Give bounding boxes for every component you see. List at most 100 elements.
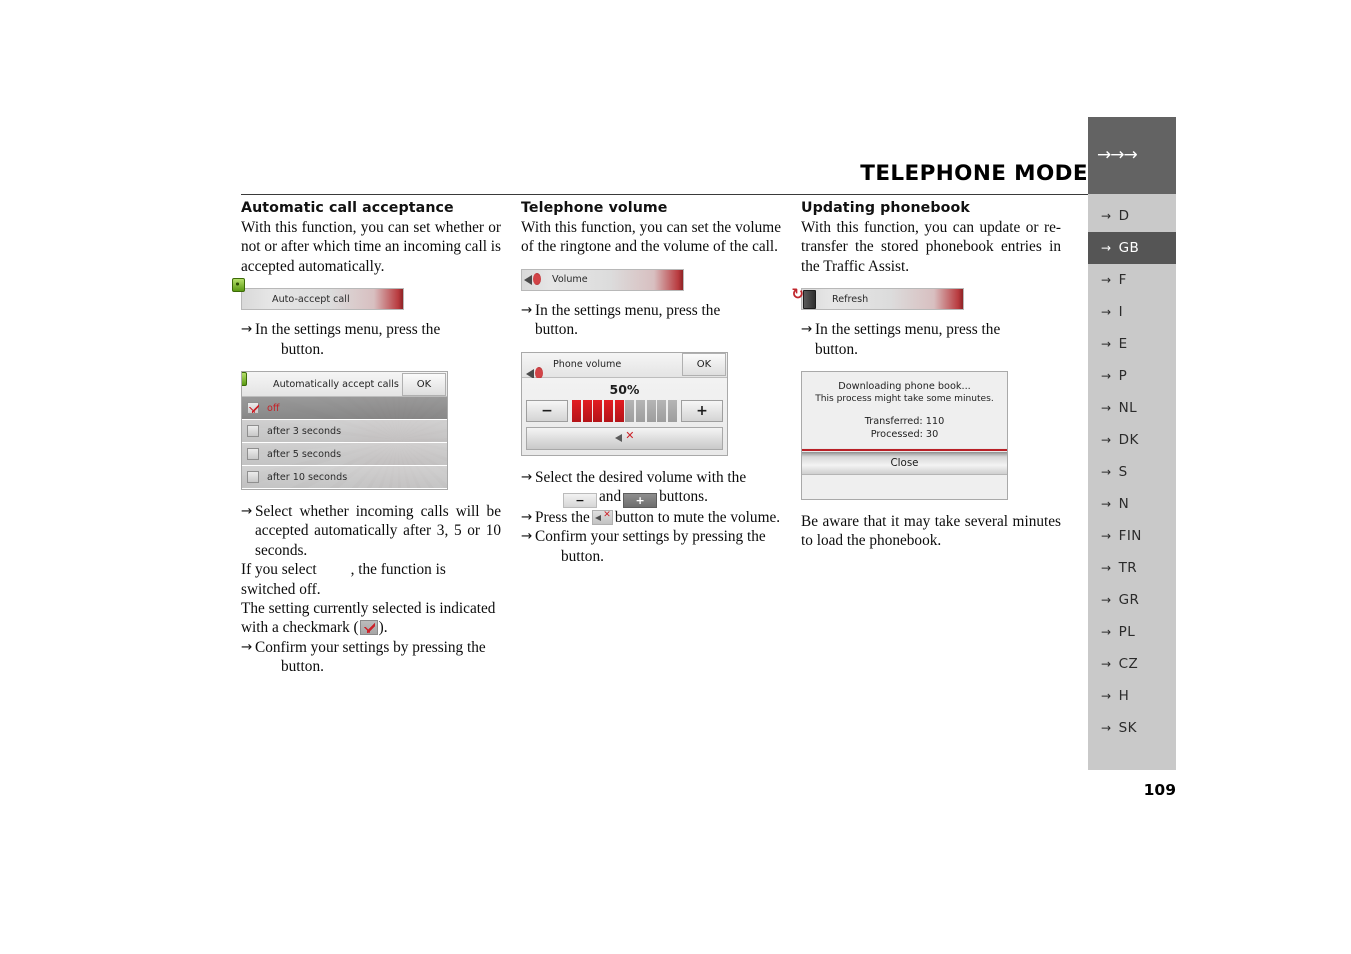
mute-icon <box>591 510 613 526</box>
steps-auto-accept-2: → Select whether incoming calls will be … <box>241 502 501 560</box>
checkbox-icon[interactable] <box>247 425 259 438</box>
checkbox-checked-icon[interactable] <box>247 402 259 415</box>
volume-decrease-button[interactable]: − <box>526 399 568 422</box>
section-title-phonebook: Updating phonebook <box>801 200 970 216</box>
language-tab-label: PL <box>1118 624 1136 640</box>
option-row[interactable]: off <box>242 397 447 421</box>
language-tab-tr[interactable]: → TR <box>1088 552 1176 584</box>
speaker-icon <box>523 271 545 289</box>
language-tab-pl[interactable]: → PL <box>1088 616 1176 648</box>
column-updating-phonebook: Updating phonebook With this function, y… <box>801 200 1061 677</box>
language-tab-label: H <box>1118 688 1130 704</box>
note-off-selection: If you select, the function is switched … <box>241 560 501 599</box>
dialog-automatically-accept-calls[interactable]: Automatically accept calls OK off after 3… <box>241 371 448 491</box>
language-tab-gr[interactable]: → GR <box>1088 584 1176 616</box>
language-tab-fin[interactable]: → FIN <box>1088 520 1176 552</box>
content-columns: Automatic call acceptance With this func… <box>241 200 1071 677</box>
volume-segment[interactable] <box>646 399 656 422</box>
section-title-volume: Telephone volume <box>521 200 668 216</box>
step-item: → Confirm your settings by pressing the … <box>521 527 781 566</box>
language-tab-sk[interactable]: → SK <box>1088 712 1176 744</box>
language-tab-label: F <box>1118 272 1127 288</box>
step-item: → Confirm your settings by pressing the … <box>241 638 501 677</box>
step-arrow-icon: → <box>521 468 533 485</box>
language-tab-label: D <box>1118 208 1130 224</box>
language-tab-h[interactable]: → H <box>1088 680 1176 712</box>
checkbox-icon[interactable] <box>247 448 259 461</box>
language-tab-label: N <box>1118 496 1130 512</box>
volume-segment[interactable] <box>603 399 614 422</box>
download-transferred-count: Transferred: 110 <box>864 416 945 428</box>
step-item: → In the settings menu, press the button… <box>521 301 781 340</box>
arrow-icon: → <box>1101 337 1112 351</box>
volume-level-bar[interactable] <box>572 399 678 422</box>
checkbox-icon[interactable] <box>247 471 259 484</box>
language-tab-label: S <box>1118 464 1128 480</box>
arrow-icon: → <box>1101 689 1112 703</box>
language-tab-label: FIN <box>1118 528 1142 544</box>
step-text: Confirm your settings by pressing the <box>535 528 766 546</box>
menu-button-volume[interactable]: Volume <box>521 268 684 291</box>
step-arrow-icon: → <box>801 321 813 338</box>
language-tab-dk[interactable]: → DK <box>1088 424 1176 456</box>
volume-increase-button[interactable]: + <box>681 399 723 422</box>
dialog-downloading-phonebook[interactable]: Downloading phone book... This process m… <box>801 371 1008 501</box>
volume-segment[interactable] <box>614 399 624 422</box>
phonebook-outro-note: Be aware that it may take several minute… <box>801 513 1061 550</box>
language-tab-label: GR <box>1118 592 1140 608</box>
language-tab-e[interactable]: → E <box>1088 328 1176 360</box>
menu-button-refresh[interactable]: Refresh <box>801 288 964 311</box>
option-label: after 3 seconds <box>267 425 342 437</box>
step-text-b: buttons. <box>659 488 708 506</box>
language-tab-s[interactable]: → S <box>1088 456 1176 488</box>
close-button[interactable]: Close <box>802 452 1007 476</box>
option-row[interactable]: after 5 seconds <box>242 443 447 467</box>
language-tab-p[interactable]: → P <box>1088 360 1176 392</box>
option-label: after 5 seconds <box>267 448 342 460</box>
dialog-body: 50% − + <box>522 377 727 455</box>
note-text-a: If you select <box>241 561 317 579</box>
menu-button-label: Auto-accept call <box>272 293 350 305</box>
steps-phonebook-1: → In the settings menu, press the button… <box>801 320 1061 359</box>
language-tab-gb[interactable]: → GB <box>1088 232 1176 264</box>
menu-button-auto-accept-call[interactable]: Auto-accept call <box>241 288 404 311</box>
download-status-line-2: This process might take some minutes. <box>815 394 994 405</box>
arrow-icon: → <box>1101 465 1112 479</box>
language-tab-i[interactable]: → I <box>1088 296 1176 328</box>
section-intro-auto-accept: With this function, you can set whether … <box>241 219 501 275</box>
arrow-icon: → <box>1101 433 1112 447</box>
volume-segment[interactable] <box>657 399 667 422</box>
language-tab-d[interactable]: → D <box>1088 200 1176 232</box>
language-tab-f[interactable]: → F <box>1088 264 1176 296</box>
volume-segment[interactable] <box>667 399 678 422</box>
note-checkmark: The setting currently selected is indica… <box>241 599 501 638</box>
language-tab-label: DK <box>1118 432 1139 448</box>
arrow-icon: → <box>1101 209 1112 223</box>
volume-segment[interactable] <box>625 399 635 422</box>
option-row[interactable]: after 3 seconds <box>242 420 447 444</box>
language-tab-label: I <box>1118 304 1124 320</box>
volume-segment[interactable] <box>635 399 646 422</box>
ok-button[interactable]: OK <box>402 372 446 396</box>
language-tab-n[interactable]: → N <box>1088 488 1176 520</box>
dialog-phone-volume[interactable]: Phone volume OK 50% − + <box>521 351 728 456</box>
arrow-icon: → <box>1101 273 1112 287</box>
volume-segment[interactable] <box>582 399 592 422</box>
inline-plus-button: + <box>623 493 658 509</box>
option-row[interactable]: after 10 seconds <box>242 466 447 490</box>
dialog-title: Phone volume <box>553 359 622 371</box>
arrow-icon: → <box>1101 369 1112 383</box>
section-intro-phonebook: With this function, you can update or re… <box>801 219 1061 275</box>
ok-button[interactable]: OK <box>682 353 726 377</box>
step-text-cont: − and + buttons. <box>535 487 781 509</box>
volume-segment[interactable] <box>593 399 603 422</box>
dialog-title: Automatically accept calls <box>273 378 399 390</box>
steps-auto-accept-1: → In the settings menu, press the button… <box>241 320 501 359</box>
language-tab-label: NL <box>1118 400 1138 416</box>
volume-segment[interactable] <box>572 399 582 422</box>
language-tab-nl[interactable]: → NL <box>1088 392 1176 424</box>
volume-percent-label: 50% <box>609 381 640 397</box>
mute-button[interactable] <box>526 426 723 450</box>
steps-auto-accept-3: → Confirm your settings by pressing the … <box>241 638 501 677</box>
language-tab-cz[interactable]: → CZ <box>1088 648 1176 680</box>
